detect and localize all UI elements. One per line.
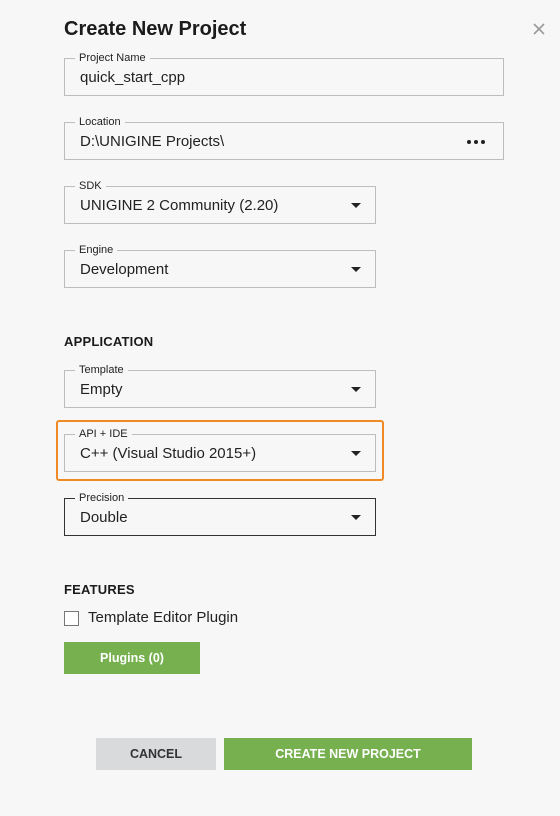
- engine-select[interactable]: Engine Development: [64, 243, 376, 288]
- api-ide-label: API + IDE: [75, 427, 132, 441]
- caret-down-icon[interactable]: [351, 515, 361, 520]
- engine-label: Engine: [75, 243, 118, 257]
- plugins-button[interactable]: Plugins (0): [64, 642, 200, 674]
- dialog-title: Create New Project: [64, 18, 247, 40]
- ellipsis-icon[interactable]: [467, 140, 485, 144]
- api-ide-select[interactable]: API + IDE C++ (Visual Studio 2015+): [64, 427, 376, 472]
- close-icon[interactable]: [528, 18, 550, 40]
- sdk-select[interactable]: SDK UNIGINE 2 Community (2.20): [64, 179, 376, 224]
- create-new-project-button[interactable]: CREATE NEW PROJECT: [224, 738, 472, 770]
- template-label: Template: [75, 363, 128, 377]
- project-name-field[interactable]: Project Name quick_start_cpp: [64, 51, 504, 96]
- features-heading: FEATURES: [64, 582, 135, 597]
- application-heading: APPLICATION: [64, 334, 154, 349]
- caret-down-icon[interactable]: [351, 451, 361, 456]
- template-editor-plugin-checkbox[interactable]: [64, 611, 79, 626]
- template-value: Empty: [80, 381, 123, 398]
- caret-down-icon[interactable]: [351, 267, 361, 272]
- cancel-button[interactable]: CANCEL: [96, 738, 216, 770]
- precision-label: Precision: [75, 491, 129, 505]
- location-label: Location: [75, 115, 125, 129]
- location-field[interactable]: Location D:\UNIGINE Projects\: [64, 115, 504, 160]
- api-ide-value: C++ (Visual Studio 2015+): [80, 445, 257, 462]
- caret-down-icon[interactable]: [351, 203, 361, 208]
- precision-value: Double: [80, 509, 128, 526]
- sdk-value: UNIGINE 2 Community (2.20): [80, 197, 279, 214]
- project-name-label: Project Name: [75, 51, 150, 65]
- project-name-value[interactable]: quick_start_cpp: [80, 69, 185, 87]
- precision-select[interactable]: Precision Double: [64, 491, 376, 536]
- template-editor-plugin-label[interactable]: Template Editor Plugin: [88, 609, 238, 627]
- engine-value: Development: [80, 261, 169, 278]
- caret-down-icon[interactable]: [351, 387, 361, 392]
- sdk-label: SDK: [75, 179, 106, 193]
- location-value[interactable]: D:\UNIGINE Projects\: [80, 133, 224, 151]
- template-select[interactable]: Template Empty: [64, 363, 376, 408]
